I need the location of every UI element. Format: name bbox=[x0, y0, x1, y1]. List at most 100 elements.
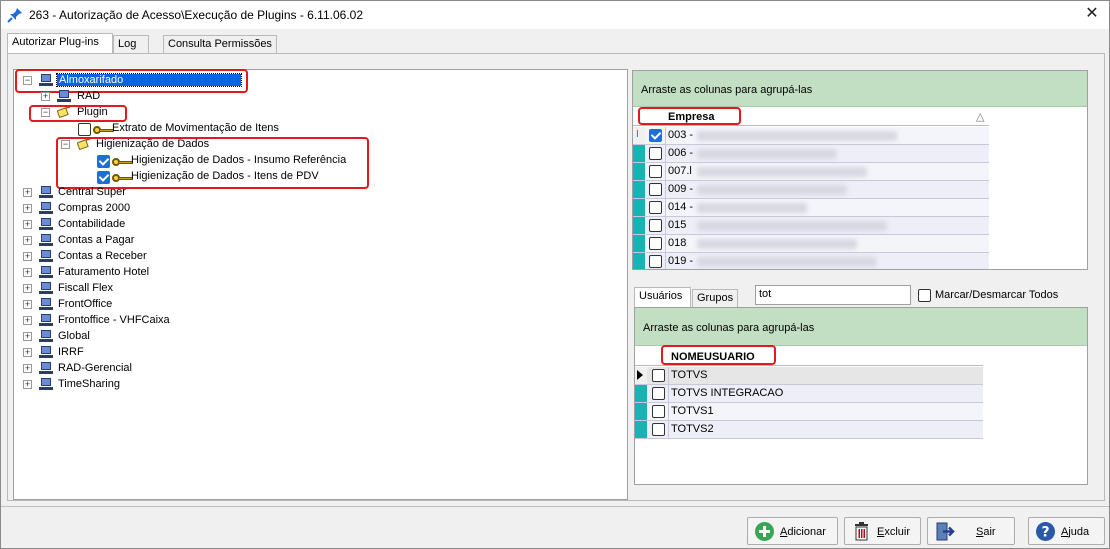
table-row[interactable]: TOTVS bbox=[647, 367, 983, 385]
tree-node-module[interactable]: Contas a Receber bbox=[58, 250, 147, 262]
row-checkbox[interactable] bbox=[649, 201, 662, 214]
tree-node-module[interactable]: Contas a Pagar bbox=[58, 234, 134, 246]
table-row[interactable]: 009 - bbox=[645, 181, 989, 199]
table-row[interactable]: 019 - bbox=[645, 253, 989, 269]
empresa-code: 009 - bbox=[668, 183, 694, 195]
computer-icon bbox=[39, 218, 53, 231]
computer-icon bbox=[57, 90, 71, 103]
redacted-text bbox=[697, 131, 897, 141]
highlight-almoxarifado bbox=[15, 69, 248, 93]
user-name: TOTVS2 bbox=[671, 423, 714, 435]
row-indicator bbox=[635, 385, 647, 403]
tree-node-module[interactable]: RAD-Gerencial bbox=[58, 362, 132, 374]
empresa-code: 019 - bbox=[668, 255, 694, 267]
extrato-checkbox[interactable] bbox=[78, 123, 91, 136]
expand-icon[interactable]: + bbox=[23, 332, 32, 341]
cell-divider bbox=[668, 385, 669, 403]
user-name: TOTVS bbox=[671, 369, 708, 381]
tab-usuarios[interactable]: Usuários bbox=[634, 287, 691, 307]
tree-node-module[interactable]: IRRF bbox=[58, 346, 84, 358]
table-row[interactable]: 007.l bbox=[645, 163, 989, 181]
expand-icon[interactable]: + bbox=[23, 188, 32, 197]
tree-node-module[interactable]: Central Super bbox=[58, 186, 126, 198]
group-panel: Arraste as colunas para agrupá-las bbox=[635, 308, 1087, 346]
table-row[interactable]: TOTVS INTEGRACAO bbox=[647, 385, 983, 403]
expand-icon[interactable]: + bbox=[23, 364, 32, 373]
table-row[interactable]: TOTVS2 bbox=[647, 421, 983, 439]
mark-all-checkbox[interactable] bbox=[918, 289, 931, 302]
table-row[interactable]: 015 bbox=[645, 217, 989, 235]
users-grid: Arraste as colunas para agrupá-las NOMEU… bbox=[634, 307, 1088, 485]
computer-icon bbox=[39, 282, 53, 295]
close-icon[interactable]: ✕ bbox=[1083, 5, 1101, 23]
redacted-text bbox=[697, 149, 837, 159]
tab-grupos[interactable]: Grupos bbox=[692, 289, 738, 307]
tree-node-module[interactable]: FrontOffice bbox=[58, 298, 112, 310]
expand-icon[interactable]: + bbox=[23, 316, 32, 325]
cell-divider bbox=[665, 127, 666, 145]
computer-icon bbox=[39, 314, 53, 327]
row-checkbox[interactable] bbox=[649, 183, 662, 196]
expand-icon[interactable]: + bbox=[23, 380, 32, 389]
add-button[interactable]: Adicionar bbox=[747, 517, 838, 545]
expand-icon[interactable]: + bbox=[23, 204, 32, 213]
table-row[interactable]: 014 - bbox=[645, 199, 989, 217]
expand-icon[interactable]: + bbox=[41, 92, 50, 101]
tree-node-extrato[interactable]: Extrato de Movimentação de Itens bbox=[112, 122, 279, 134]
cell-divider bbox=[665, 145, 666, 163]
mark-all-label: Marcar/Desmarcar Todos bbox=[935, 289, 1059, 301]
row-indicator bbox=[633, 199, 645, 217]
tree-node-rad[interactable]: RAD bbox=[77, 90, 100, 102]
tree-node-module[interactable]: Compras 2000 bbox=[58, 202, 130, 214]
row-checkbox[interactable] bbox=[649, 165, 662, 178]
expand-icon[interactable]: + bbox=[23, 348, 32, 357]
expand-icon[interactable]: + bbox=[23, 236, 32, 245]
tree-node-module[interactable]: TimeSharing bbox=[58, 378, 120, 390]
delete-label: Excluir bbox=[877, 526, 911, 538]
table-row[interactable]: TOTVS1 bbox=[647, 403, 983, 421]
tree-node-module[interactable]: Faturamento Hotel bbox=[58, 266, 149, 278]
tree-node-module[interactable]: Fiscall Flex bbox=[58, 282, 113, 294]
redacted-text bbox=[697, 257, 877, 267]
expand-icon[interactable]: + bbox=[23, 268, 32, 277]
current-row-arrow-icon bbox=[637, 370, 643, 380]
table-row[interactable]: 003 - bbox=[645, 127, 989, 145]
tree-node-module[interactable]: Global bbox=[58, 330, 90, 342]
row-checkbox[interactable] bbox=[649, 147, 662, 160]
group-hint: Arraste as colunas para agrupá-las bbox=[643, 322, 815, 334]
title-bar: 263 - Autorização de Acesso\Execução de … bbox=[1, 1, 1109, 29]
computer-icon bbox=[39, 186, 53, 199]
row-checkbox[interactable] bbox=[652, 387, 665, 400]
tree-node-module[interactable]: Contabilidade bbox=[58, 218, 125, 230]
table-row[interactable]: 018 bbox=[645, 235, 989, 253]
row-checkbox[interactable] bbox=[649, 255, 662, 268]
row-checkbox[interactable] bbox=[649, 237, 662, 250]
tab-log[interactable]: Log bbox=[113, 35, 149, 53]
table-row[interactable]: 006 - bbox=[645, 145, 989, 163]
help-button[interactable]: ? Ajuda bbox=[1028, 517, 1105, 545]
highlight-nomeusuario bbox=[661, 345, 776, 365]
row-checkbox[interactable] bbox=[652, 423, 665, 436]
expand-icon[interactable]: + bbox=[23, 300, 32, 309]
group-hint: Arraste as colunas para agrupá-las bbox=[641, 84, 813, 96]
tree-node-module[interactable]: Frontoffice - VHFCaixa bbox=[58, 314, 170, 326]
row-checkbox[interactable] bbox=[652, 405, 665, 418]
tab-autorizar-plugins[interactable]: Autorizar Plug-ins bbox=[7, 33, 113, 53]
expand-icon[interactable]: + bbox=[23, 284, 32, 293]
row-checkbox[interactable] bbox=[649, 129, 662, 142]
row-checkbox[interactable] bbox=[649, 219, 662, 232]
separator bbox=[1, 506, 1109, 508]
computer-icon bbox=[39, 298, 53, 311]
trash-icon bbox=[855, 522, 868, 541]
row-indicator bbox=[635, 403, 647, 421]
delete-button[interactable]: Excluir bbox=[844, 517, 921, 545]
expand-icon[interactable]: + bbox=[23, 252, 32, 261]
user-name: TOTVS1 bbox=[671, 405, 714, 417]
user-filter-input[interactable]: tot bbox=[755, 285, 911, 305]
exit-button[interactable]: Sair bbox=[927, 517, 1015, 545]
tab-consulta-permissoes[interactable]: Consulta Permissões bbox=[163, 35, 277, 53]
computer-icon bbox=[39, 234, 53, 247]
row-checkbox[interactable] bbox=[652, 369, 665, 382]
computer-icon bbox=[39, 250, 53, 263]
expand-icon[interactable]: + bbox=[23, 220, 32, 229]
